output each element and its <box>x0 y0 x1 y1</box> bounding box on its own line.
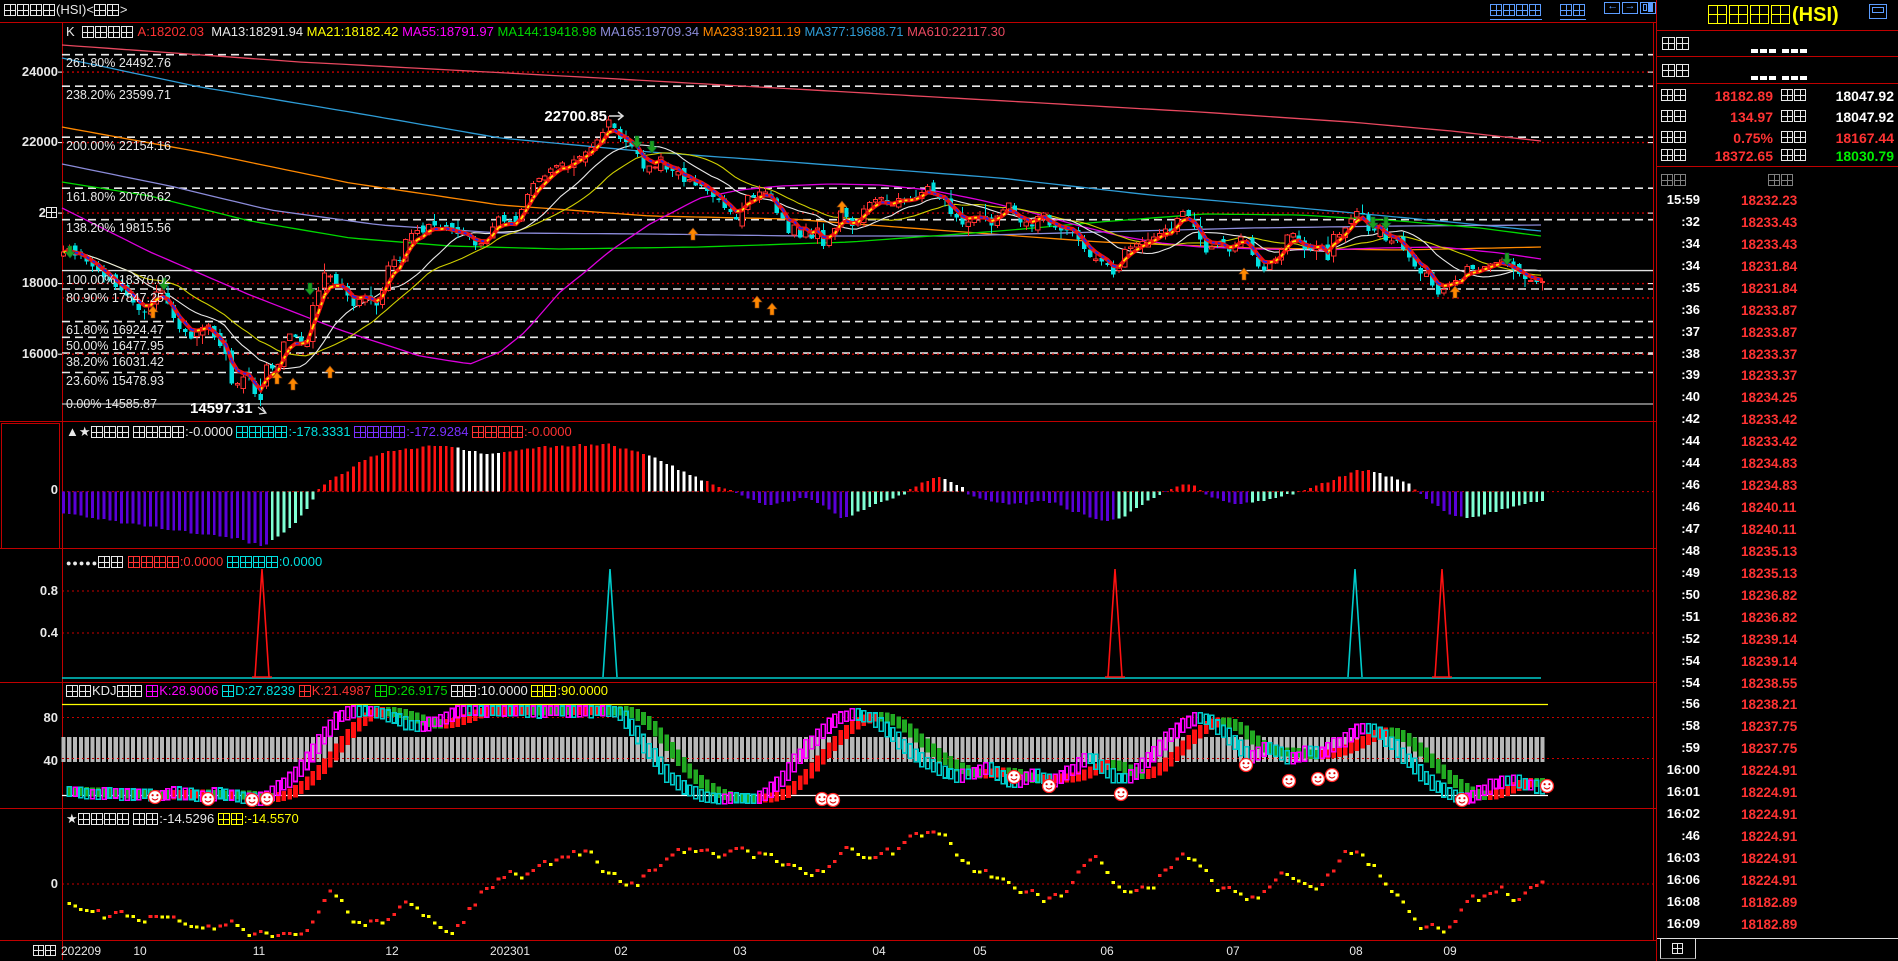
svg-text:14597.31: 14597.31 <box>190 400 253 417</box>
svg-text:22700.85: 22700.85 <box>544 108 607 125</box>
